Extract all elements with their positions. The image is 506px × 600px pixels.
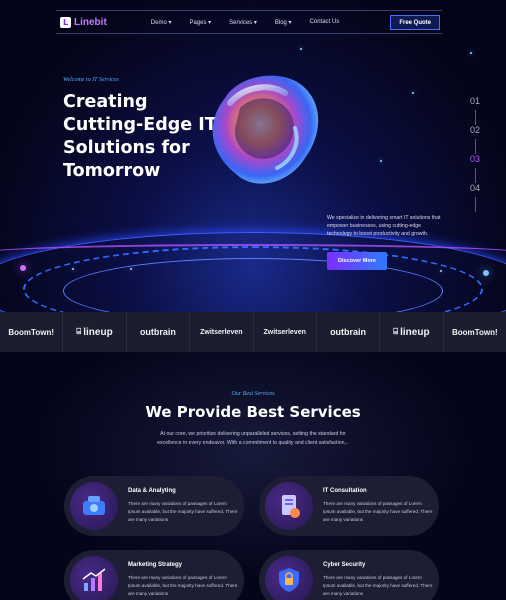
services-subtitle: Our Best Services <box>231 391 275 397</box>
brand-logo-outbrain: outbrain <box>127 312 191 352</box>
main-menu: Demo ▾ Pages ▾ Services ▾ Blog ▾ Contact… <box>151 19 357 26</box>
slide-step-3[interactable]: 03 <box>470 154 480 168</box>
brand-name: Zwitserleven <box>263 328 306 336</box>
lineup-icon: ⌸ <box>76 327 82 336</box>
slide-step-2[interactable]: 02 <box>470 125 480 139</box>
lineup-icon: ⌸ <box>393 327 399 336</box>
services-title: We Provide Best Services <box>145 403 361 421</box>
glass-orb-image <box>212 75 319 184</box>
logo-mark-icon: L <box>60 16 71 28</box>
brand-logo-lineup: ⌸ lineup <box>63 312 127 352</box>
step-divider <box>474 197 476 212</box>
brand-logo-boomtown: BoomTown! <box>444 312 506 352</box>
service-card-security[interactable]: Cyber Security There are many variations… <box>259 550 439 600</box>
hero-section: L Linebit Demo ▾ Pages ▾ Services ▾ Blog… <box>0 0 506 312</box>
menu-item-pages[interactable]: Pages ▾ <box>189 19 211 26</box>
consultation-icon <box>265 482 313 530</box>
service-card-title: IT Consultation <box>323 488 367 494</box>
menu-item-contact[interactable]: Contact Us <box>310 19 340 26</box>
brand-name: lineup <box>400 326 430 338</box>
logo-text: Linebit <box>74 16 107 28</box>
brand-logo[interactable]: L Linebit <box>60 16 107 28</box>
hero-description: We specialize in delivering smart IT sol… <box>327 215 441 237</box>
brand-logo-boomtown: BoomTown! <box>0 312 64 352</box>
security-shield-icon <box>265 556 313 600</box>
hero-welcome: Welcome to IT Services <box>63 77 119 83</box>
discover-more-button[interactable]: Discover More <box>327 252 387 270</box>
step-divider <box>474 168 476 183</box>
service-card-title: Data & Analyting <box>128 488 176 494</box>
brand-name: outbrain <box>330 327 367 337</box>
brand-logo-strip: BoomTown! ⌸ lineup outbrain Zwitserleven … <box>0 312 506 352</box>
brand-name: outbrain <box>139 327 176 337</box>
service-card-consultation[interactable]: IT Consultation There are many variation… <box>259 476 439 536</box>
step-divider <box>474 139 476 154</box>
platform-ring <box>0 244 506 264</box>
star-decoration <box>470 52 472 54</box>
star-decoration <box>300 48 302 50</box>
menu-item-demo[interactable]: Demo ▾ <box>151 19 172 26</box>
service-card-text: There are many variations of passages of… <box>323 501 433 522</box>
service-card-title: Cyber Security <box>323 562 366 568</box>
star-decoration <box>380 160 382 162</box>
brand-name: lineup <box>83 326 113 338</box>
service-card-data[interactable]: Data & Analyting There are many variatio… <box>64 476 244 536</box>
slide-step-4[interactable]: 04 <box>470 183 480 197</box>
star-decoration <box>412 92 414 94</box>
data-analytics-icon <box>70 482 118 530</box>
menu-item-services[interactable]: Services ▾ <box>229 19 257 26</box>
service-card-text: There are many variations of passages of… <box>128 575 238 596</box>
brand-logo-outbrain: outbrain <box>317 312 381 352</box>
step-divider <box>474 110 476 125</box>
brand-logo-zwitserleven: Zwitserleven <box>254 312 317 352</box>
brand-logo-zwitserleven: Zwitserleven <box>190 312 254 352</box>
services-description: At our core, we prioritize delivering un… <box>157 431 349 446</box>
service-card-text: There are many variations of passages of… <box>128 501 238 522</box>
menu-item-blog[interactable]: Blog ▾ <box>275 19 292 26</box>
free-quote-button[interactable]: Free Quote <box>390 15 440 30</box>
service-card-text: There are many variations of passages of… <box>323 575 433 596</box>
slide-step-1[interactable]: 01 <box>470 96 480 110</box>
marketing-chart-icon <box>70 556 118 600</box>
brand-name: BoomTown! <box>452 327 498 337</box>
services-section: Our Best Services We Provide Best Servic… <box>0 352 506 600</box>
service-card-title: Marketing Strategy <box>128 562 183 568</box>
service-card-marketing[interactable]: Marketing Strategy There are many variat… <box>64 550 244 600</box>
brand-logo-lineup: ⌸ lineup <box>380 312 444 352</box>
brand-name: Zwitserleven <box>200 328 243 336</box>
slide-indicator: 01 02 03 04 <box>470 96 480 212</box>
top-navigation: L Linebit Demo ▾ Pages ▾ Services ▾ Blog… <box>56 10 442 34</box>
brand-name: BoomTown! <box>8 327 54 337</box>
